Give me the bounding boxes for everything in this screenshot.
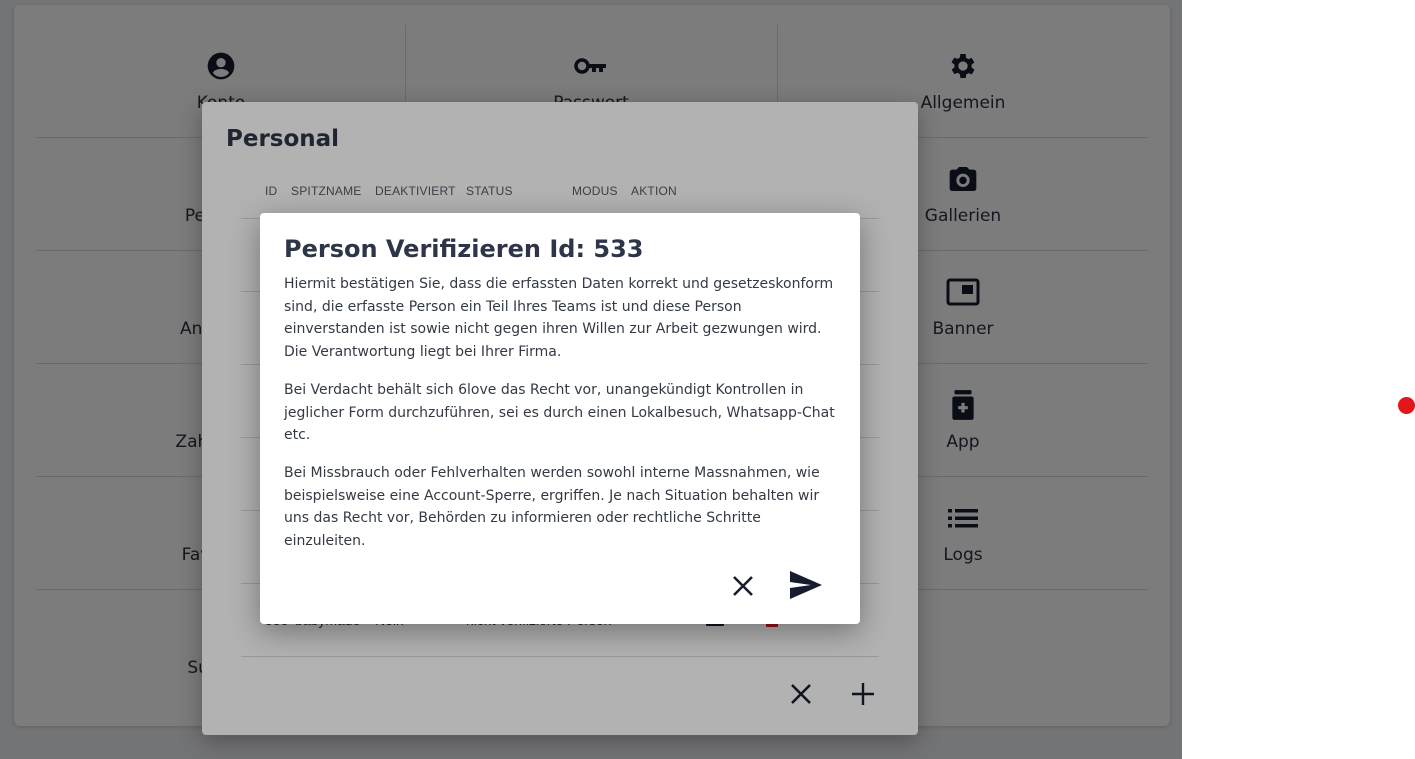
close-icon xyxy=(733,576,753,596)
cancel-button[interactable] xyxy=(725,568,761,604)
verify-person-dialog: Person Verifizieren Id: 533 Hiermit best… xyxy=(260,213,860,624)
confirm-send-button[interactable] xyxy=(786,565,826,605)
verify-dialog-title: Person Verifizieren Id: 533 xyxy=(284,235,644,263)
verify-paragraph-confirmation: Hiermit bestätigen Sie, dass die erfasst… xyxy=(284,276,834,360)
verify-paragraph-misuse: Bei Missbrauch oder Fehlverhalten werden… xyxy=(284,465,820,549)
cursor-indicator-dot xyxy=(1398,397,1415,414)
verify-paragraph-controls: Bei Verdacht behält sich 6love das Recht… xyxy=(284,382,835,443)
send-icon xyxy=(790,571,822,599)
